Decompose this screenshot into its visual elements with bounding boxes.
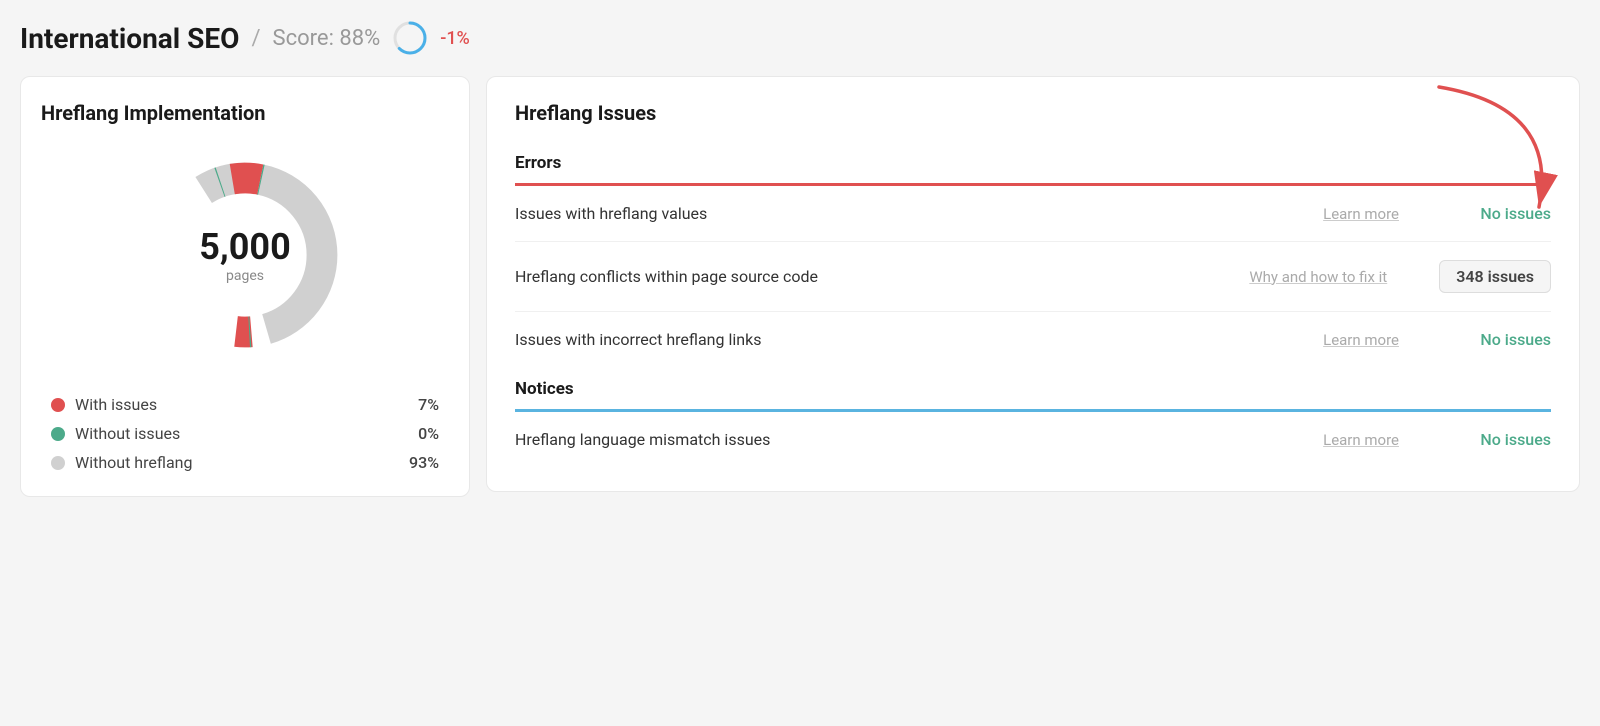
score-label: Score: 88%	[273, 26, 381, 51]
table-row: Issues with incorrect hreflang links Lea…	[515, 312, 1551, 367]
page-header: International SEO / Score: 88% -1%	[20, 20, 1580, 56]
right-card-title: Hreflang Issues	[515, 101, 1551, 125]
legend-label-without-hreflang: Without hreflang	[75, 453, 399, 472]
learn-more-link-mismatch[interactable]: Learn more	[1323, 431, 1399, 449]
legend-item-with-issues: With issues 7%	[51, 395, 439, 414]
header-separator: /	[251, 26, 260, 51]
learn-more-link-incorrect[interactable]: Learn more	[1323, 331, 1399, 349]
donut-center: 5,000 pages	[199, 226, 290, 284]
learn-more-link-hreflang-values[interactable]: Learn more	[1323, 205, 1399, 223]
table-row: Hreflang language mismatch issues Learn …	[515, 412, 1551, 467]
legend-dot-without-hreflang	[51, 456, 65, 470]
issue-name-mismatch: Hreflang language mismatch issues	[515, 430, 1311, 449]
score-ring	[392, 20, 428, 56]
legend: With issues 7% Without issues 0% Without…	[41, 395, 449, 472]
status-no-issues-hreflang-values: No issues	[1451, 204, 1551, 223]
notices-section: Notices Hreflang language mismatch issue…	[515, 367, 1551, 467]
issues-badge-348[interactable]: 348 issues	[1439, 260, 1551, 293]
hreflang-issues-card: Hreflang Issues Errors Issues with hrefl…	[486, 76, 1580, 492]
status-no-issues-mismatch: No issues	[1451, 430, 1551, 449]
legend-pct-without-issues: 0%	[418, 424, 439, 443]
table-row: Issues with hreflang values Learn more N…	[515, 186, 1551, 242]
issue-name-incorrect-links: Issues with incorrect hreflang links	[515, 330, 1311, 349]
why-how-fix-link[interactable]: Why and how to fix it	[1249, 268, 1387, 286]
status-no-issues-incorrect: No issues	[1451, 330, 1551, 349]
errors-section-title: Errors	[515, 141, 1551, 183]
legend-item-without-issues: Without issues 0%	[51, 424, 439, 443]
donut-number: 5,000	[199, 226, 290, 268]
legend-label-with-issues: With issues	[75, 395, 408, 414]
main-layout: Hreflang Implementation 5,000 pages	[20, 76, 1580, 497]
legend-item-without-hreflang: Without hreflang 93%	[51, 453, 439, 472]
legend-pct-with-issues: 7%	[418, 395, 439, 414]
page-title: International SEO	[20, 22, 239, 55]
notices-section-title: Notices	[515, 367, 1551, 409]
errors-section: Errors Issues with hreflang values Learn…	[515, 141, 1551, 367]
legend-pct-without-hreflang: 93%	[409, 453, 439, 472]
legend-dot-without-issues	[51, 427, 65, 441]
left-card-title: Hreflang Implementation	[41, 101, 449, 125]
legend-label-without-issues: Without issues	[75, 424, 408, 443]
table-row: Hreflang conflicts within page source co…	[515, 242, 1551, 312]
donut-unit-label: pages	[199, 268, 290, 284]
hreflang-implementation-card: Hreflang Implementation 5,000 pages	[20, 76, 470, 497]
donut-wrapper: 5,000 pages	[135, 145, 355, 365]
legend-dot-with-issues	[51, 398, 65, 412]
score-delta: -1%	[440, 28, 470, 49]
issue-name-conflicts: Hreflang conflicts within page source co…	[515, 267, 1237, 286]
donut-chart-container: 5,000 pages	[41, 145, 449, 365]
issue-name-hreflang-values: Issues with hreflang values	[515, 204, 1311, 223]
